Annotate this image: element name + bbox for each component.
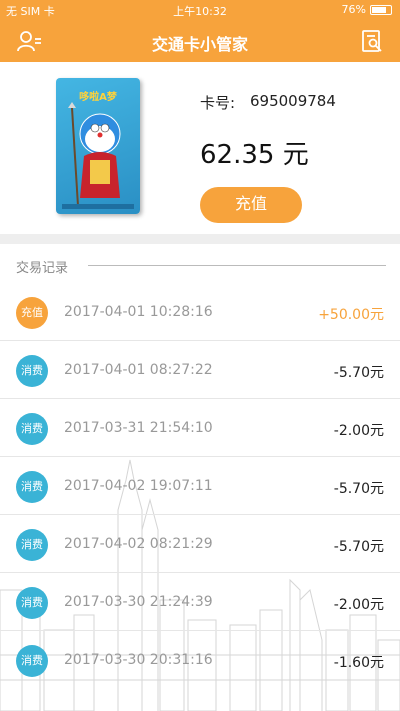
records-title: 交易记录 xyxy=(16,261,69,276)
transaction-type-badge: 消费 xyxy=(16,587,48,619)
list-item[interactable]: 消费 2017-03-30 21:24:39 -2.00元 xyxy=(0,573,400,631)
transaction-type-badge: 充值 xyxy=(16,297,48,329)
transaction-time: 2017-03-30 21:24:39 xyxy=(64,594,213,610)
card-number-label: 卡号: xyxy=(200,94,236,112)
status-time: 上午10:32 xyxy=(173,5,227,18)
status-right: 76% xyxy=(342,3,392,16)
battery-percent: 76% xyxy=(341,3,366,16)
transaction-type-badge: 消费 xyxy=(16,413,48,445)
transaction-type-badge: 消费 xyxy=(16,529,48,561)
nav-bar: 交通卡小管家 xyxy=(0,20,400,62)
transaction-amount: -5.70元 xyxy=(333,539,384,555)
transaction-time: 2017-04-02 19:07:11 xyxy=(64,478,213,494)
section-divider xyxy=(0,234,400,244)
list-item[interactable]: 消费 2017-04-02 08:21:29 -5.70元 xyxy=(0,515,400,573)
list-item[interactable]: 充值 2017-04-01 10:28:16 +50.00元 xyxy=(0,283,400,341)
transaction-amount: -5.70元 xyxy=(333,365,384,381)
transaction-type-badge: 消费 xyxy=(16,645,48,677)
transaction-amount: -2.00元 xyxy=(333,597,384,613)
card-brand-text: 哆啦A梦 xyxy=(79,90,118,103)
recharge-button[interactable]: 充值 xyxy=(200,187,302,223)
transaction-time: 2017-04-02 08:21:29 xyxy=(64,536,213,552)
records-title-line xyxy=(88,265,386,266)
battery-icon xyxy=(370,4,392,15)
transaction-type-badge: 消费 xyxy=(16,355,48,387)
transaction-amount: -5.70元 xyxy=(333,481,384,497)
card-number: 695009784 xyxy=(250,92,336,110)
list-item[interactable]: 消费 2017-04-01 08:27:22 -5.70元 xyxy=(0,341,400,399)
card-info-section: 哆啦A梦 卡号: 695009784 62.35 元 充值 xyxy=(0,62,400,234)
transaction-time: 2017-03-31 21:54:10 xyxy=(64,420,213,436)
document-search-icon[interactable] xyxy=(360,29,384,53)
card-balance: 62.35 元 xyxy=(200,140,309,170)
transaction-amount: -1.60元 xyxy=(333,655,384,671)
transaction-amount: -2.00元 xyxy=(333,423,384,439)
list-item[interactable]: 消费 2017-03-30 20:31:16 -1.60元 xyxy=(0,631,400,689)
transaction-amount: +50.00元 xyxy=(318,307,384,323)
transaction-time: 2017-04-01 10:28:16 xyxy=(64,304,213,320)
transaction-time: 2017-04-01 08:27:22 xyxy=(64,362,213,378)
page-title: 交通卡小管家 xyxy=(151,35,248,54)
status-bar: 无 SIM 卡 上午10:32 76% xyxy=(0,0,400,20)
transit-card-image: 哆啦A梦 xyxy=(56,78,140,214)
list-item[interactable]: 消费 2017-04-02 19:07:11 -5.70元 xyxy=(0,457,400,515)
transaction-time: 2017-03-30 20:31:16 xyxy=(64,652,213,668)
transaction-type-badge: 消费 xyxy=(16,471,48,503)
list-item[interactable]: 消费 2017-03-31 21:54:10 -2.00元 xyxy=(0,399,400,457)
